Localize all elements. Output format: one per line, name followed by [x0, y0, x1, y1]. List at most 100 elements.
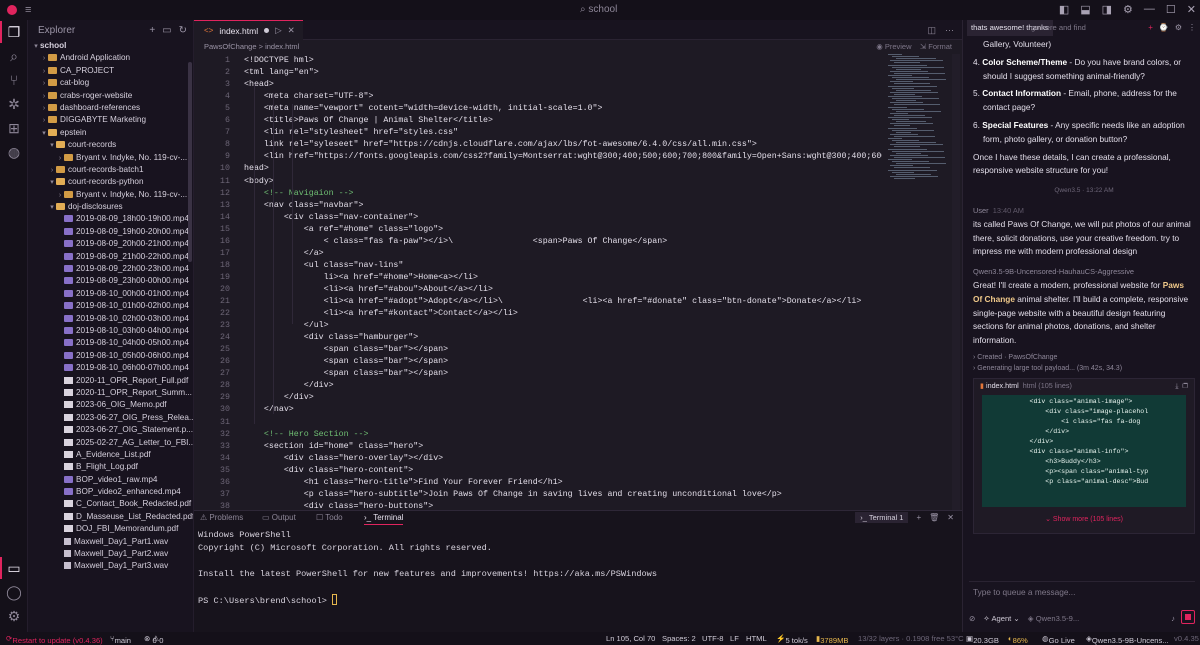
- tree-file[interactable]: 2019-08-10_04h00-05h00.mp4: [28, 337, 193, 349]
- tool-generating[interactable]: › Generating large tool payload... (3m 4…: [973, 363, 1195, 374]
- indentation[interactable]: Spaces: 2: [662, 634, 696, 643]
- tree-folder[interactable]: › court-records-batch1: [28, 164, 193, 176]
- mic-icon[interactable]: ♪: [1171, 614, 1175, 623]
- unsaved-dot-icon[interactable]: [264, 28, 270, 33]
- tree-file[interactable]: 2020-11_OPR_Report_Summ...: [28, 387, 193, 399]
- maximize-button[interactable]: ☐: [1166, 3, 1176, 16]
- new-chat-icon[interactable]: +: [1148, 23, 1153, 32]
- manage-gear-icon[interactable]: ⚙: [6, 608, 22, 624]
- layout-panel-icon[interactable]: ⬓: [1080, 3, 1090, 16]
- source-control-icon[interactable]: ⑂: [6, 72, 22, 88]
- tab-todo[interactable]: ☐ Todo: [316, 513, 343, 522]
- tree-folder[interactable]: › Bryant v. Indyke, No. 119-cv-...: [28, 152, 193, 164]
- tree-file[interactable]: BOP_video1_raw.mp4: [28, 474, 193, 486]
- tree-file[interactable]: 2019-08-10_03h00-04h00.mp4: [28, 325, 193, 337]
- breadcrumb-path[interactable]: PawsOfChange > index.html: [204, 42, 299, 51]
- tree-file[interactable]: 2019-08-10_00h00-01h00.mp4: [28, 288, 193, 300]
- tree-file[interactable]: A_Evidence_List.pdf: [28, 449, 193, 461]
- tab-problems[interactable]: ⚠ Problems: [200, 513, 243, 522]
- tree-file[interactable]: 2019-08-10_06h00-07h00.mp4: [28, 362, 193, 374]
- tree-file[interactable]: B_Flight_Log.pdf: [28, 461, 193, 473]
- settings-icon[interactable]: ⚙: [1123, 3, 1133, 16]
- format-button[interactable]: ⇲ Format: [920, 42, 952, 51]
- layout-chat-icon[interactable]: ◨: [1102, 3, 1112, 16]
- chat-more-icon[interactable]: ⋮: [1188, 23, 1196, 32]
- tree-file[interactable]: 2025-02-27_AG_Letter_to_FBI...: [28, 437, 193, 449]
- tree-folder[interactable]: ▾ epstein: [28, 127, 193, 139]
- preview-button[interactable]: ◉ Preview: [876, 42, 911, 51]
- tab-output[interactable]: ▭ Output: [262, 513, 296, 522]
- line-ending[interactable]: LF: [730, 634, 739, 643]
- language-mode[interactable]: HTML: [746, 634, 767, 643]
- tree-file[interactable]: C_Contact_Book_Redacted.pdf: [28, 498, 193, 510]
- mode-selector[interactable]: ✧ Agent ⌄: [983, 614, 1019, 623]
- tree-file[interactable]: 2023-06-27_OIG_Statement.p...: [28, 424, 193, 436]
- tree-file[interactable]: 2019-08-10_01h00-02h00.mp4: [28, 300, 193, 312]
- tree-file[interactable]: 2019-08-10_02h00-03h00.mp4: [28, 313, 193, 325]
- tree-file[interactable]: DOJ_FBI_Memorandum.pdf: [28, 523, 193, 535]
- model-selector[interactable]: ◈ Qwen3.5-9...: [1028, 614, 1079, 623]
- tree-folder[interactable]: › cat-blog: [28, 77, 193, 89]
- tool-created[interactable]: › Created · PawsOfChange: [973, 352, 1195, 363]
- cursor-position[interactable]: Ln 105, Col 70: [606, 634, 655, 643]
- tree-folder[interactable]: ▾ court-records: [28, 139, 193, 151]
- refresh-icon[interactable]: ↻: [179, 25, 187, 36]
- code-editor[interactable]: 1 <!DOCTYPE hml> 2 <tml lang="en"> 3 <head> 4 …: [194, 54, 882, 510]
- editor-scrollbar[interactable]: [952, 54, 960, 510]
- tree-folder[interactable]: › Bryant v. Indyke, No. 119-cv-...: [28, 189, 193, 201]
- tree-folder[interactable]: ▾ court-records-python: [28, 176, 193, 188]
- tree-folder[interactable]: › crabs-roger-website: [28, 90, 193, 102]
- extensions-icon[interactable]: ⊞: [6, 120, 22, 136]
- kill-terminal-icon[interactable]: 🗑: [929, 513, 939, 522]
- tree-file[interactable]: 2019-08-09_18h00-19h00.mp4: [28, 213, 193, 225]
- restart-update[interactable]: ⟳ Restart to update (v0.4.36): [6, 634, 103, 645]
- run-icon[interactable]: ▷: [275, 25, 282, 36]
- tree-root[interactable]: ▾ school: [28, 40, 193, 52]
- explorer-icon[interactable]: ❐: [6, 24, 22, 40]
- branch-indicator[interactable]: ⑂ main: [110, 634, 131, 645]
- attach-icon[interactable]: ⊘: [969, 614, 975, 623]
- globe-icon[interactable]: ◍: [6, 144, 22, 160]
- tree-folder[interactable]: › CA_PROJECT: [28, 65, 193, 77]
- account-icon[interactable]: ◯: [6, 584, 22, 600]
- chat-settings-icon[interactable]: ⚙: [1175, 23, 1182, 32]
- tree-file[interactable]: Maxwell_Day1_Part2.wav: [28, 548, 193, 560]
- tree-file[interactable]: Maxwell_Day1_Part3.wav: [28, 560, 193, 572]
- tree-file[interactable]: 2023-06-27_OIG_Press_Relea...: [28, 412, 193, 424]
- tree-folder[interactable]: ▾ doj-disclosures: [28, 201, 193, 213]
- chat-tab-second[interactable]: go here and find: [1031, 20, 1086, 36]
- menu-icon[interactable]: ≡: [25, 4, 31, 16]
- download-icon[interactable]: ⤓: [1175, 381, 1178, 390]
- encoding[interactable]: UTF-8: [702, 634, 724, 643]
- tree-folder[interactable]: › dashboard-references: [28, 102, 193, 114]
- tree-folder[interactable]: › Android Application: [28, 52, 193, 64]
- stop-button[interactable]: [1181, 610, 1195, 624]
- tab-close-icon[interactable]: ✕: [288, 25, 295, 36]
- code-block-content[interactable]: <div class="animal-image"> <div class="i…: [982, 394, 1186, 507]
- tree-file[interactable]: 2020-11_OPR_Report_Full.pdf: [28, 375, 193, 387]
- tree-file[interactable]: 2019-08-09_22h00-23h00.mp4: [28, 263, 193, 275]
- new-file-icon[interactable]: +: [149, 25, 155, 36]
- tree-file[interactable]: Maxwell_Day1_Part1.wav: [28, 536, 193, 548]
- show-more-button[interactable]: ⌄ Show more (105 lines): [974, 513, 1194, 527]
- terminal-instance[interactable]: ›_ Terminal 1: [855, 512, 909, 523]
- tree-file[interactable]: 2019-08-09_23h00-00h00.mp4: [28, 275, 193, 287]
- new-terminal-icon[interactable]: +: [916, 513, 921, 522]
- split-editor-icon[interactable]: ◫: [927, 25, 936, 36]
- more-actions-icon[interactable]: ⋯: [945, 25, 954, 36]
- chat-history-icon[interactable]: ⌚: [1159, 23, 1169, 32]
- tree-file[interactable]: 2019-08-10_05h00-06h00.mp4: [28, 350, 193, 362]
- close-button[interactable]: ✕: [1187, 3, 1196, 16]
- chat-icon[interactable]: ▭: [6, 560, 22, 576]
- tab-terminal[interactable]: ›_ Terminal: [364, 513, 404, 525]
- debug-icon[interactable]: ✲: [6, 96, 22, 112]
- search-icon[interactable]: ⌕: [6, 48, 22, 64]
- tree-file[interactable]: D_Masseuse_List_Redacted.pdf: [28, 511, 193, 523]
- tree-file[interactable]: BOP_video2_enhanced.mp4: [28, 486, 193, 498]
- copy-icon[interactable]: ❐: [1183, 381, 1188, 390]
- close-panel-icon[interactable]: ✕: [947, 513, 954, 522]
- minimap[interactable]: [884, 54, 948, 184]
- model-status[interactable]: ◈ Qwen3.5-9B-Uncens...: [1086, 634, 1169, 645]
- tree-file[interactable]: 2019-08-09_20h00-21h00.mp4: [28, 238, 193, 250]
- layout-sidebar-icon[interactable]: ◧: [1059, 3, 1069, 16]
